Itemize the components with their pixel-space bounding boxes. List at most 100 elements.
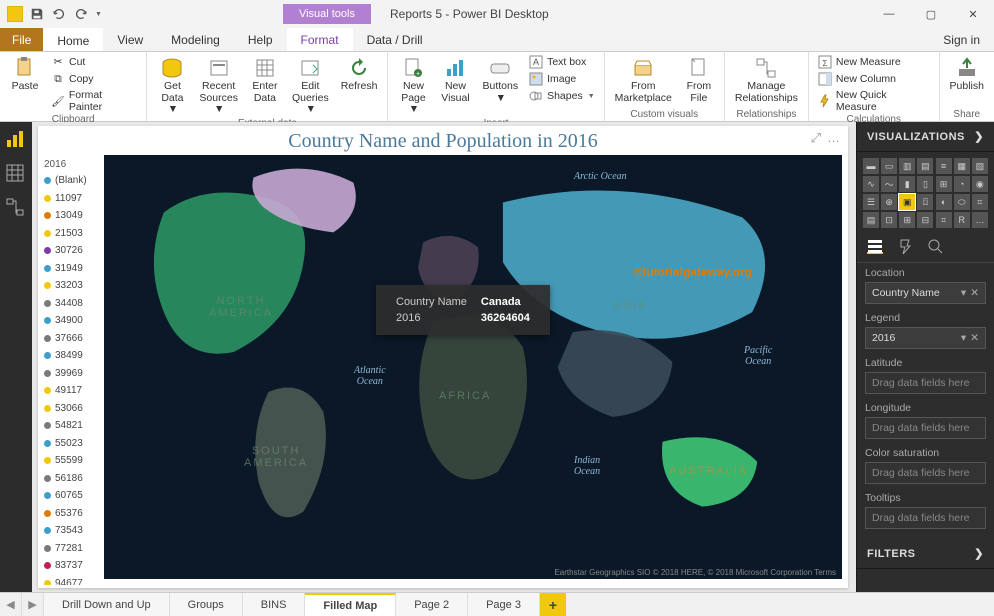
page-tab[interactable]: Page 3 — [468, 593, 540, 616]
tab-data-drill[interactable]: Data / Drill — [353, 28, 437, 51]
new-page-button[interactable]: +New Page▼ — [394, 54, 432, 118]
legend-item[interactable]: 65376 — [44, 505, 102, 523]
viz-type-icon[interactable]: R — [954, 212, 970, 228]
image-button[interactable]: Image — [526, 71, 598, 87]
viz-type-icon[interactable]: ◔ — [954, 176, 970, 192]
legend-item[interactable]: 77281 — [44, 540, 102, 558]
legend-item[interactable]: 94677 — [44, 575, 102, 586]
tab-home[interactable]: Home — [43, 28, 103, 51]
new-measure-button[interactable]: ΣNew Measure — [815, 54, 933, 70]
viz-type-icon[interactable]: ⌼ — [917, 194, 933, 210]
focus-mode-icon[interactable]: ⤢ — [811, 130, 821, 146]
field-well-color-saturation[interactable]: Drag data fields here — [865, 462, 986, 484]
viz-type-icon[interactable]: ▬ — [863, 158, 879, 174]
legend-item[interactable]: 54821 — [44, 417, 102, 435]
page-prev-button[interactable]: ◀ — [0, 593, 22, 616]
chevron-right-icon[interactable]: ❯ — [974, 547, 984, 560]
cut-button[interactable]: ✂Cut — [48, 54, 140, 70]
recent-sources-button[interactable]: Recent Sources▼ — [195, 54, 242, 118]
report-view-button[interactable] — [6, 130, 26, 150]
close-button[interactable]: ✕ — [952, 0, 994, 28]
new-quick-measure-button[interactable]: New Quick Measure — [815, 88, 933, 114]
legend-item[interactable]: 55023 — [44, 435, 102, 453]
minimize-button[interactable]: — — [868, 0, 910, 28]
new-column-button[interactable]: New Column — [815, 71, 933, 87]
copy-button[interactable]: ⧉Copy — [48, 71, 140, 87]
legend-item[interactable]: 13049 — [44, 207, 102, 225]
viz-type-icon[interactable]: ▧ — [972, 158, 988, 174]
tab-modeling[interactable]: Modeling — [157, 28, 234, 51]
field-well-legend[interactable]: 2016▾✕ — [865, 327, 986, 349]
legend-item[interactable]: 60765 — [44, 487, 102, 505]
viz-type-icon[interactable]: ≡ — [936, 158, 952, 174]
legend-item[interactable]: 33203 — [44, 277, 102, 295]
viz-type-icon[interactable]: ▤ — [917, 158, 933, 174]
viz-type-icon[interactable]: ◉ — [972, 176, 988, 192]
format-painter-button[interactable]: 🖌Format Painter — [48, 88, 140, 114]
sign-in-link[interactable]: Sign in — [929, 28, 994, 51]
legend-item[interactable]: 38499 — [44, 347, 102, 365]
legend-item[interactable]: 21503 — [44, 225, 102, 243]
undo-icon[interactable] — [50, 5, 68, 23]
visualizations-header[interactable]: VISUALIZATIONS ❯ — [857, 122, 994, 152]
legend-item[interactable]: 56186 — [44, 470, 102, 488]
filled-map-visual[interactable]: Arctic Ocean Atlantic Ocean Indian Ocean… — [104, 155, 842, 579]
legend-item[interactable]: (Blank) — [44, 172, 102, 190]
page-tab[interactable]: Drill Down and Up — [44, 593, 170, 616]
field-well-longitude[interactable]: Drag data fields here — [865, 417, 986, 439]
viz-type-icon[interactable]: ⌗ — [972, 194, 988, 210]
buttons-button[interactable]: Buttons▼ — [478, 54, 522, 106]
viz-type-icon[interactable]: 〜 — [881, 176, 897, 192]
redo-icon[interactable] — [72, 5, 90, 23]
new-visual-button[interactable]: New Visual — [436, 54, 474, 106]
viz-type-icon[interactable]: ⌗ — [936, 212, 952, 228]
add-page-button[interactable]: + — [540, 593, 566, 616]
remove-field-icon[interactable]: ✕ — [970, 287, 979, 299]
viz-type-icon[interactable]: ⊕ — [881, 194, 897, 210]
get-data-button[interactable]: Get Data▼ — [153, 54, 191, 118]
chevron-right-icon[interactable]: ❯ — [974, 130, 984, 143]
refresh-button[interactable]: Refresh — [337, 54, 382, 95]
page-tab[interactable]: Filled Map — [305, 593, 396, 616]
page-tab[interactable]: Page 2 — [396, 593, 468, 616]
page-tab[interactable]: BINS — [243, 593, 306, 616]
viz-type-icon[interactable]: ▣ — [899, 194, 915, 210]
viz-type-icon[interactable]: ⊞ — [936, 176, 952, 192]
save-icon[interactable] — [28, 5, 46, 23]
viz-type-icon[interactable]: ▤ — [863, 212, 879, 228]
fields-tab-icon[interactable] — [867, 238, 883, 254]
viz-type-icon[interactable]: ▭ — [881, 158, 897, 174]
legend-item[interactable]: 49117 — [44, 382, 102, 400]
chevron-down-icon[interactable]: ▾ — [961, 332, 966, 344]
qat-dropdown-icon[interactable]: ▼ — [95, 11, 102, 18]
maximize-button[interactable]: ▢ — [910, 0, 952, 28]
report-canvas[interactable]: ⤢ … Country Name and Population in 2016 … — [32, 122, 856, 592]
more-options-icon[interactable]: … — [827, 130, 840, 146]
legend-item[interactable]: 34408 — [44, 295, 102, 313]
paste-button[interactable]: Paste — [6, 54, 44, 95]
page-tab[interactable]: Groups — [170, 593, 243, 616]
legend-item[interactable]: 11097 — [44, 190, 102, 208]
viz-type-icon[interactable]: ☰ — [863, 194, 879, 210]
file-tab[interactable]: File — [0, 28, 43, 51]
tab-help[interactable]: Help — [234, 28, 287, 51]
from-marketplace-button[interactable]: From Marketplace — [611, 54, 676, 106]
legend-item[interactable]: 55599 — [44, 452, 102, 470]
viz-type-icon[interactable]: ⬭ — [954, 194, 970, 210]
from-file-button[interactable]: From File — [680, 54, 718, 106]
tab-format[interactable]: Format — [287, 28, 353, 51]
legend-item[interactable]: 37666 — [44, 330, 102, 348]
publish-button[interactable]: Publish — [946, 54, 988, 95]
manage-relationships-button[interactable]: Manage Relationships — [731, 54, 802, 106]
field-well-latitude[interactable]: Drag data fields here — [865, 372, 986, 394]
viz-type-icon[interactable]: ▯ — [917, 176, 933, 192]
viz-type-icon[interactable]: ⊟ — [917, 212, 933, 228]
data-view-button[interactable] — [6, 164, 26, 184]
model-view-button[interactable] — [6, 198, 26, 218]
analytics-tab-icon[interactable] — [927, 238, 943, 254]
tab-view[interactable]: View — [103, 28, 157, 51]
viz-type-icon[interactable]: ◐ — [936, 194, 952, 210]
format-tab-icon[interactable] — [897, 238, 913, 254]
remove-field-icon[interactable]: ✕ — [970, 332, 979, 344]
legend-item[interactable]: 53066 — [44, 400, 102, 418]
